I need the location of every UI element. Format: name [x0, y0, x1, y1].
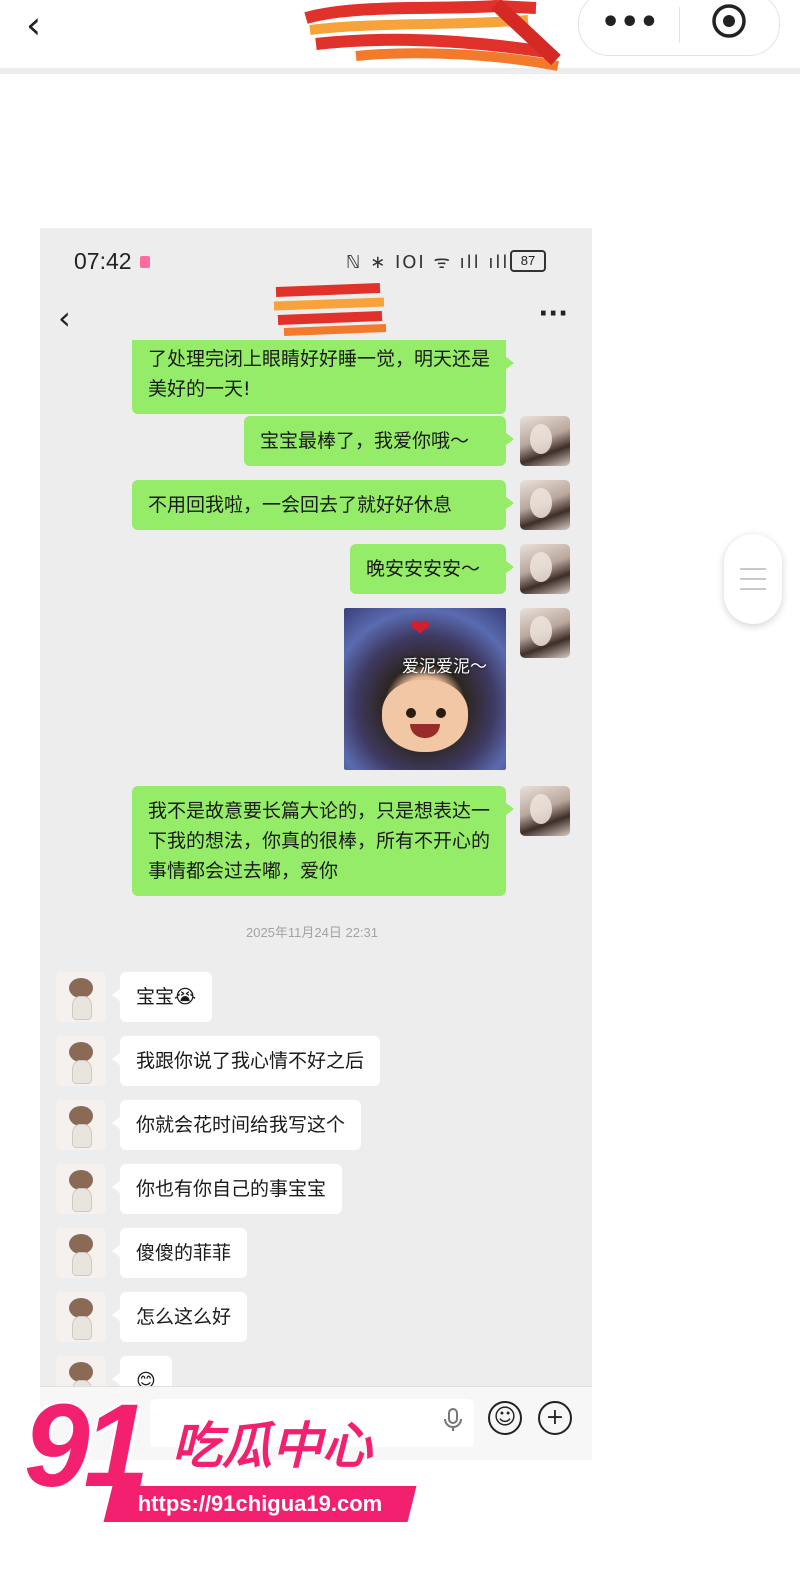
contact-avatar[interactable] — [56, 972, 106, 1022]
my-message[interactable]: 晚安安安安～ — [350, 544, 514, 594]
emoji-icon[interactable]: ☺ — [488, 1401, 522, 1435]
chat-more-icon[interactable]: ··· — [538, 294, 568, 334]
my-message[interactable]: 我不是故意要长篇大论的，只是想表达一下我的想法，你真的很棒，所有不开心的事情都会… — [132, 786, 514, 896]
eye — [436, 708, 446, 718]
notification-badge-icon — [140, 256, 150, 268]
their-message[interactable]: 你就会花时间给我写这个 — [111, 1100, 362, 1150]
my-message[interactable]: 宝宝最棒了，我爱你哦～ — [244, 416, 514, 466]
contact-avatar[interactable] — [56, 1100, 106, 1150]
my-avatar[interactable] — [520, 544, 570, 594]
plus-icon[interactable]: + — [538, 1401, 572, 1435]
status-icons: ℕ ∗ ⅠOⅠ ᯤ ıll ıll — [346, 252, 510, 273]
site-watermark: 91 吃瓜中心 https://91chigua19.com — [24, 1386, 424, 1546]
redaction-scribble — [304, 0, 561, 71]
my-avatar[interactable] — [520, 480, 570, 530]
my-message[interactable]: 不用回我啦，一会回去了就好好休息 — [132, 480, 514, 530]
heart-icon: ❤ — [410, 614, 431, 642]
sticker-caption: 爱泥爱泥～ — [402, 657, 487, 677]
my-avatar[interactable] — [520, 608, 570, 658]
my-message[interactable]: 了处理完闭上眼睛好好睡一觉，明天还是美好的一天! — [132, 340, 514, 414]
contact-avatar[interactable] — [56, 1228, 106, 1278]
chat-screenshot: 07:42 ℕ ∗ ⅠOⅠ ᯤ ıll ıll 87 ‹ ··· 了处理完闭上眼… — [40, 228, 592, 1460]
sticker-image[interactable]: ❤ 爱泥爱泥～ — [344, 608, 506, 770]
status-time: 07:42 — [74, 248, 132, 274]
my-avatar[interactable] — [520, 416, 570, 466]
child-face — [382, 680, 468, 752]
contact-avatar[interactable] — [56, 1292, 106, 1342]
their-message[interactable]: 怎么这么好 — [111, 1292, 248, 1342]
their-message[interactable]: 宝宝😭 — [111, 972, 213, 1022]
back-icon[interactable]: ‹ — [26, 6, 56, 44]
capsule-menu: ••• — [578, 0, 780, 56]
capsule-divider — [679, 7, 680, 43]
floating-menu-handle[interactable] — [724, 534, 782, 624]
watermark-url: https://91chigua19.com — [137, 1491, 383, 1516]
contact-avatar[interactable] — [56, 1164, 106, 1214]
redaction-scribble — [273, 283, 387, 336]
outer-top-bar: ‹ ••• — [0, 0, 800, 74]
chat-back-icon[interactable]: ‹ — [58, 298, 71, 338]
close-target-icon[interactable] — [711, 3, 747, 39]
my-avatar[interactable] — [520, 786, 570, 836]
their-message[interactable]: 傻傻的菲菲 — [111, 1228, 248, 1278]
watermark-url-banner: https://91chigua19.com — [103, 1486, 417, 1522]
their-message[interactable]: 你也有你自己的事宝宝 — [111, 1164, 343, 1214]
watermark-brand: 吃瓜中心 — [172, 1417, 372, 1475]
microphone-icon[interactable] — [442, 1407, 464, 1433]
more-options-button[interactable]: ••• — [601, 5, 659, 41]
their-message[interactable]: 我跟你说了我心情不好之后 — [111, 1036, 381, 1086]
message-timestamp: 2025年11月24日 22:31 — [245, 925, 379, 940]
battery-icon: 87 — [510, 250, 546, 272]
contact-avatar[interactable] — [56, 1036, 106, 1086]
eye — [406, 708, 416, 718]
